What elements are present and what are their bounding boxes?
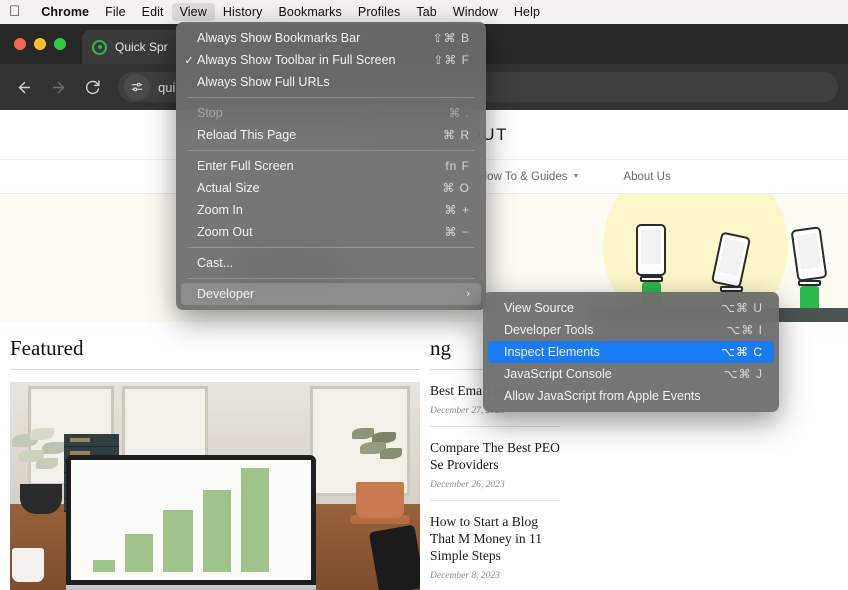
menu-item-always-show-toolbar-in-full-screen[interactable]: ✓ Always Show Toolbar in Full Screen ⇧⌘ … — [181, 49, 481, 71]
menu-item-enter-full-screen[interactable]: Enter Full Screen fn F — [181, 155, 481, 177]
menu-item-cast[interactable]: Cast... — [181, 252, 481, 274]
menu-item-label: Actual Size — [197, 181, 260, 195]
menu-item-shortcut: ⌘ + — [444, 203, 470, 217]
menu-item-label: Zoom In — [197, 203, 243, 217]
menu-item-shortcut: ⌥⌘ J — [723, 367, 763, 381]
menu-item-zoom-out[interactable]: Zoom Out ⌘ − — [181, 221, 481, 243]
menu-separator — [188, 97, 474, 98]
menu-tab[interactable]: Tab — [408, 3, 444, 21]
menu-separator — [188, 150, 474, 151]
list-item[interactable]: How to Start a Blog That M Money in 11 S… — [430, 501, 560, 590]
menu-item-label: Allow JavaScript from Apple Events — [504, 389, 701, 403]
menu-item-label: Always Show Toolbar in Full Screen — [197, 53, 396, 67]
menu-item-inspect-elements[interactable]: Inspect Elements ⌥⌘ C — [488, 341, 774, 363]
menu-item-label: Developer Tools — [504, 323, 594, 337]
quicksprout-favicon-icon — [92, 39, 107, 55]
menu-view[interactable]: View — [171, 3, 215, 21]
menu-item-shortcut: ⇧⌘ B — [432, 31, 470, 45]
maximize-window-button[interactable] — [54, 38, 66, 50]
menu-item-reload-this-page[interactable]: Reload This Page ⌘ R — [181, 124, 481, 146]
menu-item-shortcut: ⌘ − — [444, 225, 470, 239]
menu-item-shortcut: ⌘ . — [448, 106, 470, 120]
featured-heading: Featured — [10, 336, 84, 360]
apple-logo-icon[interactable]:  — [9, 4, 20, 19]
chevron-down-icon: ▼ — [572, 173, 580, 180]
url-text: qui — [158, 79, 176, 95]
menu-separator — [188, 278, 474, 279]
photo-plant-left — [12, 428, 68, 514]
menu-item-shortcut: fn F — [445, 159, 470, 173]
nav-item-how-to-guides[interactable]: How To & Guides ▼ — [479, 171, 580, 183]
menu-item-label: Developer — [197, 287, 254, 301]
menu-item-label: Zoom Out — [197, 225, 253, 239]
photo-laptop — [66, 455, 316, 590]
article-date: December 8, 2023 — [430, 571, 500, 581]
menu-item-label: Always Show Bookmarks Bar — [197, 31, 361, 45]
macos-menu-bar:  Chrome File Edit View History Bookmark… — [0, 0, 848, 24]
menu-bookmarks[interactable]: Bookmarks — [270, 3, 349, 21]
menu-item-shortcut: ⌥⌘ U — [721, 301, 763, 315]
article-date: December 26, 2023 — [430, 480, 505, 490]
menu-item-always-show-bookmarks-bar[interactable]: Always Show Bookmarks Bar ⇧⌘ B — [181, 27, 481, 49]
menu-separator — [188, 247, 474, 248]
menu-item-javascript-console[interactable]: JavaScript Console ⌥⌘ J — [488, 363, 774, 385]
menu-item-shortcut: ⇧⌘ F — [433, 53, 470, 67]
photo-plant-right — [346, 428, 416, 524]
menu-item-shortcut: ⌥⌘ I — [726, 323, 763, 337]
menu-profiles[interactable]: Profiles — [350, 3, 408, 21]
menu-help[interactable]: Help — [506, 3, 548, 21]
menu-item-shortcut: ⌘ R — [443, 128, 470, 142]
screen-root:  Chrome File Edit View History Bookmark… — [0, 0, 848, 590]
laptop-screen-chart — [71, 460, 311, 580]
featured-image[interactable] — [10, 382, 420, 590]
menu-item-label: Always Show Full URLs — [197, 75, 330, 89]
menu-item-shortcut: ⌘ O — [442, 181, 470, 195]
menu-item-shortcut: ⌥⌘ C — [721, 345, 763, 359]
nav-label: How To & Guides — [478, 170, 568, 183]
checkmark-icon: ✓ — [184, 54, 194, 67]
developer-submenu: View Source ⌥⌘ U Developer Tools ⌥⌘ I In… — [483, 292, 779, 412]
menu-item-always-show-full-urls[interactable]: Always Show Full URLs — [181, 71, 481, 93]
menu-item-developer[interactable]: Developer › — [181, 283, 481, 305]
menu-history[interactable]: History — [215, 3, 271, 21]
article-title: How to Start a Blog That M Money in 11 S… — [430, 514, 542, 563]
hero-hand-phone-3 — [790, 226, 828, 312]
close-window-button[interactable] — [14, 38, 26, 50]
menu-item-label: Reload This Page — [197, 128, 297, 142]
menu-item-zoom-in[interactable]: Zoom In ⌘ + — [181, 199, 481, 221]
menu-edit[interactable]: Edit — [134, 3, 172, 21]
nav-item-about-us[interactable]: About Us — [623, 171, 670, 183]
divider — [10, 369, 420, 370]
chevron-right-icon: › — [466, 288, 470, 300]
menu-item-label: Inspect Elements — [504, 345, 600, 359]
menu-item-actual-size[interactable]: Actual Size ⌘ O — [181, 177, 481, 199]
menu-item-label: JavaScript Console — [504, 367, 612, 381]
menu-item-view-source[interactable]: View Source ⌥⌘ U — [488, 297, 774, 319]
menu-chrome[interactable]: Chrome — [33, 3, 97, 21]
reload-icon[interactable] — [78, 73, 106, 101]
featured-column: Featured — [0, 322, 420, 590]
menu-file[interactable]: File — [97, 3, 134, 21]
tab-title: Quick Spr — [115, 40, 168, 54]
photo-cup — [12, 548, 44, 582]
back-arrow-icon[interactable] — [10, 73, 38, 101]
photo-phone-on-desk — [368, 524, 420, 590]
menu-item-label: Stop — [197, 106, 223, 120]
menu-item-label: View Source — [504, 301, 574, 315]
menu-item-allow-javascript-from-apple-events[interactable]: Allow JavaScript from Apple Events — [488, 385, 774, 407]
list-item[interactable]: Compare The Best PEO Se Providers Decemb… — [430, 427, 560, 501]
view-dropdown-menu: Always Show Bookmarks Bar ⇧⌘ B ✓ Always … — [176, 22, 486, 310]
menu-window[interactable]: Window — [445, 3, 506, 21]
window-controls — [14, 38, 66, 50]
menu-item-developer-tools[interactable]: Developer Tools ⌥⌘ I — [488, 319, 774, 341]
menu-item-stop: Stop ⌘ . — [181, 102, 481, 124]
article-title: Compare The Best PEO Se Providers — [430, 440, 560, 472]
minimize-window-button[interactable] — [34, 38, 46, 50]
menu-item-label: Cast... — [197, 256, 234, 270]
tune-icon[interactable] — [124, 74, 150, 100]
forward-arrow-icon[interactable] — [44, 73, 72, 101]
nav-label: About Us — [623, 170, 671, 183]
menu-item-label: Enter Full Screen — [197, 159, 294, 173]
